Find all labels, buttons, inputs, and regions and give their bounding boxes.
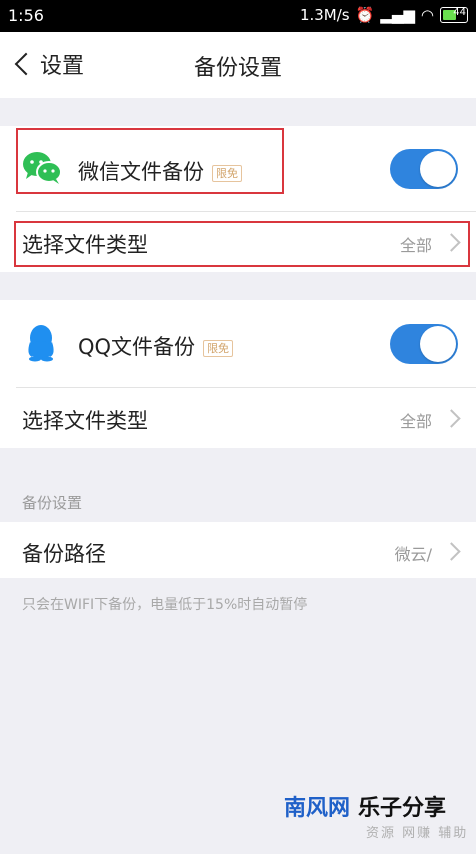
battery-icon: 44: [440, 7, 468, 23]
qq-icon: [28, 325, 54, 362]
qq-free-badge: 限免: [203, 339, 234, 357]
backup-note: 只会在WIFI下备份，电量低于15%时自动暂停: [22, 597, 308, 613]
watermark-logo: 南风网 乐子分享: [284, 790, 446, 822]
wechat-backup-toggle[interactable]: [390, 149, 458, 189]
toggle-knob: [420, 151, 456, 187]
highlight-box-file-type: [14, 221, 470, 267]
page-title: 备份设置: [193, 56, 282, 81]
qq-file-type-label: 选择文件类型: [22, 409, 148, 433]
watermark-brand-black: 乐子分享: [358, 796, 447, 821]
network-speed: 1.3M/s: [299, 6, 350, 24]
qq-file-type-row[interactable]: 选择文件类型 全部: [0, 388, 476, 448]
qq-backup-toggle[interactable]: [390, 324, 458, 364]
toggle-knob: [420, 326, 456, 362]
backup-path-label: 备份路径: [22, 542, 106, 566]
watermark-brand-blue: 南风网: [284, 796, 351, 821]
qq-backup-label: QQ文件备份 限免: [78, 331, 234, 361]
status-time: 1:56: [8, 6, 44, 25]
signal-icon: ▂▄▆: [380, 6, 415, 24]
qq-backup-text: QQ文件备份: [78, 335, 196, 359]
chevron-right-icon: [442, 409, 461, 428]
status-right: 1.3M/s ⏰ ▂▄▆ ◠ 44: [300, 6, 468, 24]
backup-path-row[interactable]: 备份路径 微云/: [0, 522, 476, 578]
chevron-right-icon: [442, 542, 461, 561]
watermark-subtitle: 资源 网赚 辅助: [366, 826, 469, 841]
alarm-icon: ⏰: [355, 6, 375, 24]
backup-path-value: 微云/: [394, 545, 432, 564]
battery-level: 44: [453, 7, 466, 18]
qq-backup-row[interactable]: QQ文件备份 限免: [0, 300, 476, 388]
qq-section: QQ文件备份 限免 选择文件类型 全部: [0, 300, 476, 448]
qq-file-type-value: 全部: [399, 412, 432, 431]
backup-group-header: 备份设置: [22, 494, 83, 512]
navigation-bar: 设置 备份设置: [0, 32, 476, 98]
highlight-box-wechat: [16, 128, 284, 194]
wifi-icon: ◠: [420, 6, 434, 24]
status-bar: 1:56 1.3M/s ⏰ ▂▄▆ ◠ 44: [0, 0, 476, 32]
